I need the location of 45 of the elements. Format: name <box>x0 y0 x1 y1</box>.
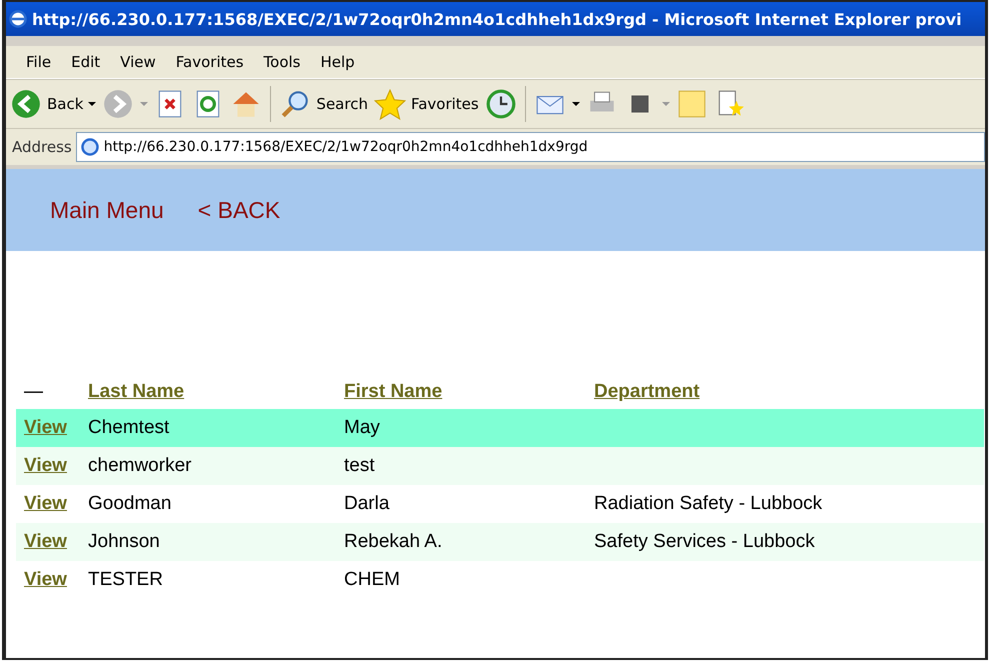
search-button[interactable]: Search <box>279 88 368 120</box>
menu-item[interactable]: Help <box>310 53 365 71</box>
column-header-link[interactable]: Last Name <box>88 381 344 409</box>
column-header-link[interactable]: Department <box>594 381 984 409</box>
nav-link[interactable]: Main Menu <box>50 196 164 224</box>
table-cell: Safety Services - Lubbock <box>594 531 815 552</box>
menu-item[interactable]: Edit <box>61 53 110 71</box>
star-icon <box>374 88 406 120</box>
table-cell: Rebekah A. <box>344 531 442 552</box>
table-cell: May <box>344 417 380 438</box>
table-cell: Chemtest <box>88 417 170 438</box>
table-cell: Goodman <box>88 493 172 514</box>
view-link[interactable]: View <box>24 569 67 590</box>
view-link[interactable]: View <box>24 455 67 476</box>
address-field[interactable]: http://66.230.0.177:1568/EXEC/2/1w72oqr0h2mn4o1cdhheh1dx9rgd <box>76 132 985 162</box>
caret-icon <box>140 102 148 106</box>
view-link[interactable]: View <box>24 531 67 552</box>
view-link[interactable]: View <box>24 493 67 514</box>
history-icon[interactable] <box>484 88 517 120</box>
back-button[interactable]: Back <box>10 88 96 120</box>
caret-icon <box>88 102 96 106</box>
table-cell: TESTER <box>88 569 163 590</box>
menu-item[interactable]: File <box>16 53 62 71</box>
page-icon <box>80 137 100 157</box>
table-cell: Darla <box>344 493 390 514</box>
table-cell: Radiation Safety - Lubbock <box>594 493 822 514</box>
caret-icon <box>572 102 580 106</box>
table-cell: CHEM <box>344 569 400 590</box>
favorites-button[interactable]: Favorites <box>374 88 479 120</box>
view-link[interactable]: View <box>24 417 67 438</box>
column-header: — <box>16 381 88 409</box>
window-title: http://66.230.0.177:1568/EXEC/2/1w72oqr0h2mn4o1cdhheh1dx9rgd - Microsoft Internet Explorer provi <box>32 10 962 28</box>
table-cell: test <box>344 455 375 476</box>
table-row[interactable]: View chemworker test <box>16 447 984 485</box>
menu-item[interactable]: View <box>110 53 166 71</box>
table-row[interactable]: View Chemtest May <box>16 409 984 447</box>
menu-item[interactable]: Tools <box>254 53 310 71</box>
address-label: Address <box>12 138 72 156</box>
menu-item[interactable]: Favorites <box>166 53 254 71</box>
caret-icon <box>662 102 670 106</box>
column-header-link[interactable]: First Name <box>344 381 594 409</box>
table-row[interactable]: View Goodman Darla Radiation Safety - Lubbock <box>16 485 984 523</box>
nav-link[interactable]: < BACK <box>198 196 280 224</box>
table-cell: chemworker <box>88 455 192 476</box>
table-cell: Johnson <box>88 531 160 552</box>
